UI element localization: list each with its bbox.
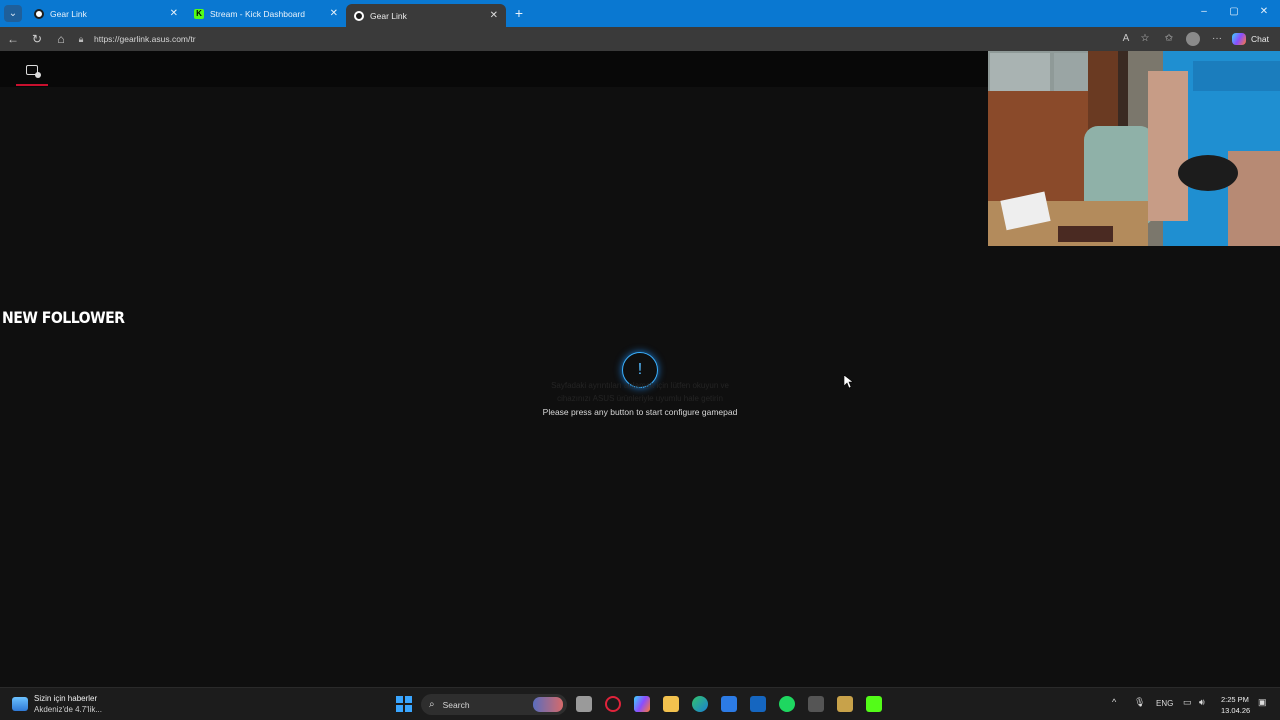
close-icon[interactable]: ✕ <box>490 10 498 21</box>
weather-news-icon[interactable] <box>12 697 28 711</box>
webcam-overlay <box>988 51 1280 246</box>
search-icon: ⌕ <box>429 699 435 710</box>
language-indicator[interactable]: ENG <box>1156 699 1173 708</box>
tab-label: Gear Link <box>50 8 87 19</box>
opera-icon[interactable] <box>605 696 621 712</box>
volume-icon[interactable]: 🔊︎ <box>1199 697 1205 708</box>
clock-date[interactable]: 13.04.26 <box>1221 706 1250 715</box>
tab-gear-link-active[interactable]: Gear Link ✕ <box>346 4 506 27</box>
home-icon[interactable]: ⌂ <box>53 31 69 47</box>
refresh-icon[interactable]: ↻ <box>29 31 45 47</box>
chevron-up-icon[interactable]: ^ <box>1112 697 1116 707</box>
mouse-cursor-icon <box>844 375 854 389</box>
kick-app-icon[interactable] <box>866 696 882 712</box>
edge-icon[interactable] <box>692 696 708 712</box>
gear-link-icon <box>354 10 364 21</box>
search-highlight-image <box>533 697 563 712</box>
faded-text-line: Sayfadaki ayrıntıları anlamak için lütfe… <box>551 381 729 390</box>
minimize-icon[interactable]: – <box>1197 6 1211 17</box>
close-icon[interactable]: ✕ <box>170 8 178 19</box>
alert-symbol: ! <box>637 361 643 378</box>
microphone-icon[interactable]: 🎙︎ <box>1134 697 1145 708</box>
tab-label: Gear Link <box>370 10 407 21</box>
news-widget-subtitle[interactable]: Akdeniz'de 4.7'lik... <box>34 705 102 714</box>
new-follower-overlay: NEW FOLLOWER <box>2 308 125 327</box>
news-widget-title[interactable]: Sizin için haberler <box>34 694 97 703</box>
plus-icon[interactable]: + <box>512 5 526 21</box>
tab-label: Stream - Kick Dashboard <box>210 8 305 19</box>
configure-gamepad-message: Please press any button to start configu… <box>542 407 738 417</box>
task-view-icon[interactable] <box>576 696 592 712</box>
favorites-icon[interactable]: ✩ <box>1162 32 1176 46</box>
windows-taskbar: Sizin için haberler Akdeniz'de 4.7'lik..… <box>0 687 1280 720</box>
copilot-chat-button[interactable]: Chat <box>1232 32 1269 46</box>
more-icon[interactable]: ··· <box>1210 32 1224 46</box>
microsoft-store-icon[interactable] <box>721 696 737 712</box>
profile-avatar[interactable] <box>1186 32 1200 46</box>
url-text[interactable]: https://gearlink.asus.com/tr <box>94 34 196 44</box>
window-close-icon[interactable]: ✕ <box>1257 6 1271 17</box>
tab-gear-link-1[interactable]: Gear Link ✕ <box>26 0 186 27</box>
tab-kick-dashboard[interactable]: K Stream - Kick Dashboard ✕ <box>186 0 346 27</box>
favorite-star-icon[interactable]: ☆ <box>1138 32 1152 46</box>
header-menu-button[interactable] <box>16 55 48 86</box>
network-icon[interactable]: ▭ <box>1183 697 1192 708</box>
spotify-icon[interactable] <box>779 696 795 712</box>
chat-label: Chat <box>1251 34 1269 44</box>
read-aloud-icon[interactable]: A <box>1119 32 1133 46</box>
app-icon[interactable] <box>808 696 824 712</box>
back-icon[interactable]: ← <box>5 31 21 47</box>
notification-icon[interactable]: ▣ <box>1258 697 1267 708</box>
device-settings-icon <box>26 64 41 78</box>
gear-link-icon <box>34 8 44 19</box>
lock-icon[interactable]: 🔒︎ <box>76 34 86 44</box>
browser-tab-strip: ⌄ Gear Link ✕ K Stream - Kick Dashboard … <box>0 0 1280 27</box>
close-icon[interactable]: ✕ <box>330 8 338 19</box>
taskbar-search[interactable]: ⌕ Search <box>421 694 567 715</box>
kick-icon: K <box>194 8 204 19</box>
gear-link-page: NEW FOLLOWER ! Sayfadaki ayrıntıları anl… <box>0 51 1280 687</box>
clock-time[interactable]: 2:25 PM <box>1221 695 1249 704</box>
copilot-icon <box>1232 33 1246 45</box>
search-label: Search <box>442 699 470 710</box>
address-toolbar: ← ↻ ⌂ 🔒︎ https://gearlink.asus.com/tr A … <box>0 27 1280 51</box>
address-bar[interactable]: 🔒︎ https://gearlink.asus.com/tr <box>76 30 1106 48</box>
webcam-image <box>988 51 1280 246</box>
windows-start-icon[interactable] <box>396 696 412 712</box>
chart-app-icon[interactable] <box>837 696 853 712</box>
copilot-icon[interactable] <box>634 696 650 712</box>
outlook-icon[interactable] <box>750 696 766 712</box>
page-header <box>0 51 988 87</box>
file-explorer-icon[interactable] <box>663 696 679 712</box>
faded-text-line: cihazınızı ASUS ürünleriyle uyumlu hale … <box>557 394 723 403</box>
maximize-icon[interactable]: ▢ <box>1227 6 1241 17</box>
chevron-down-icon[interactable]: ⌄ <box>4 5 22 22</box>
